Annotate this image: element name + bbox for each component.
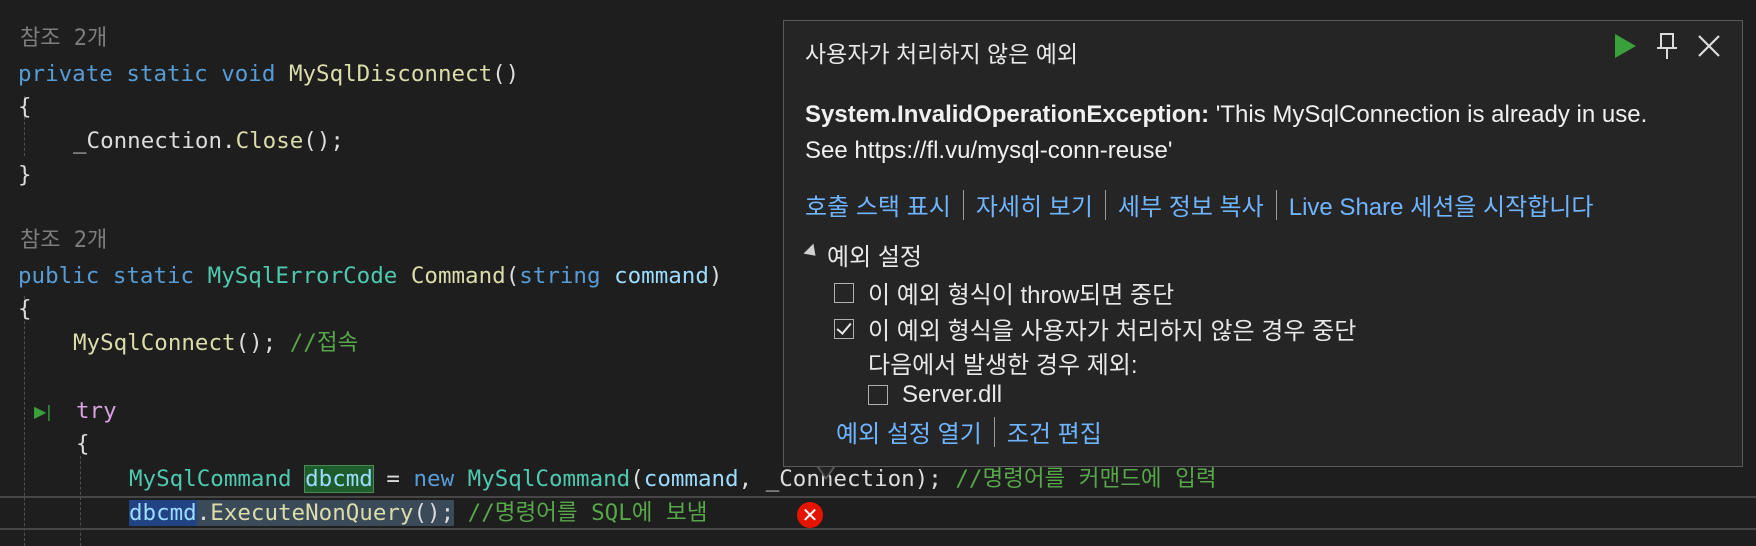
show-call-stack-link[interactable]: 호출 스택 표시: [805, 187, 951, 222]
edit-conditions-link[interactable]: 조건 편집: [1007, 414, 1102, 449]
exception-links: 호출 스택 표시 자세히 보기 세부 정보 복사 Live Share 세션을 …: [805, 187, 1593, 222]
method-name: MySqlDisconnect: [288, 61, 493, 87]
exception-message: System.InvalidOperationException: 'This …: [805, 97, 1685, 169]
punctuation: (): [492, 61, 520, 87]
code-line: {: [76, 427, 90, 461]
code-line: try: [76, 394, 117, 428]
keyword: void: [221, 61, 276, 87]
break-when-thrown-checkbox[interactable]: [834, 282, 854, 303]
type-name: MySqlCommand: [129, 466, 292, 492]
identifier: _Connection: [765, 466, 915, 492]
popup-title: 사용자가 처리하지 않은 예외: [805, 41, 1079, 67]
module-option[interactable]: Server.dll: [868, 381, 1002, 409]
option-label: 이 예외 형식이 throw되면 중단: [868, 282, 1175, 309]
link-separator: [1104, 189, 1106, 220]
run-to-cursor-icon[interactable]: ▶|: [34, 402, 52, 421]
punctuation: ();: [413, 500, 455, 526]
keyword: public: [18, 263, 100, 289]
code-line: }: [18, 158, 32, 192]
exception-helper-popup: 사용자가 처리하지 않은 예외 System.InvalidOperationE…: [783, 20, 1743, 467]
break-when-thrown-option[interactable]: 이 예외 형식이 throw되면 중단: [834, 275, 1174, 310]
comment: //명령어를 SQL에 보냄: [467, 500, 708, 526]
type-name: MySqlCommand: [467, 466, 631, 492]
code-line: {: [18, 90, 32, 124]
codelens-references[interactable]: 참조 2개: [20, 224, 107, 258]
code-line: public static MySqlErrorCode Command(str…: [18, 263, 723, 289]
code-line: _Connection.Close();: [73, 128, 344, 154]
play-icon: [1615, 34, 1636, 58]
code-line: {: [18, 292, 32, 326]
variable-definition-highlight: dbcmd: [304, 465, 374, 493]
continue-button[interactable]: [1608, 29, 1642, 63]
type-name: MySqlErrorCode: [207, 263, 398, 289]
link-separator: [962, 189, 964, 220]
server-dll-checkbox[interactable]: [868, 385, 888, 405]
exception-error-icon[interactable]: ✕: [797, 502, 823, 528]
parameter: command: [643, 466, 739, 492]
method-name: Close: [235, 128, 304, 154]
punctuation: }: [18, 162, 32, 188]
link-separator: [1275, 189, 1277, 220]
keyword: static: [126, 61, 208, 87]
code-line: MySqlConnect(); //접속: [73, 326, 358, 360]
method-name: Command: [410, 263, 506, 289]
punctuation: {: [18, 296, 32, 322]
break-when-unhandled-checkbox[interactable]: [834, 318, 854, 339]
punctuation: {: [76, 431, 90, 457]
comment: //명령어를 커맨드에 입력: [955, 466, 1217, 492]
parameter: command: [614, 263, 709, 289]
option-label: 이 예외 형식을 사용자가 처리하지 않은 경우 중단: [868, 318, 1357, 345]
code-line: private static void MySqlDisconnect(): [18, 57, 519, 91]
keyword: string: [519, 263, 601, 289]
punctuation: ();: [235, 330, 277, 356]
exception-settings-toggle[interactable]: 예외 설정: [803, 237, 922, 272]
close-button[interactable]: [1692, 29, 1726, 63]
collapse-triangle-icon: [803, 243, 821, 261]
exception-type: System.InvalidOperationException:: [805, 101, 1210, 128]
break-when-unhandled-option[interactable]: 이 예외 형식을 사용자가 처리하지 않은 경우 중단: [834, 311, 1356, 346]
keyword: static: [112, 263, 195, 289]
live-share-link[interactable]: Live Share 세션을 시작합니다: [1289, 187, 1594, 222]
exception-settings-header: 예외 설정: [827, 244, 922, 271]
keyword: private: [18, 61, 113, 87]
punctuation: ();: [303, 128, 344, 154]
view-details-link[interactable]: 자세히 보기: [976, 187, 1093, 222]
module-label: Server.dll: [902, 381, 1003, 408]
copy-details-link[interactable]: 세부 정보 복사: [1118, 187, 1264, 222]
settings-links: 예외 설정 열기 조건 편집: [836, 414, 1102, 449]
method-name: MySqlConnect: [73, 330, 236, 356]
open-exception-settings-link[interactable]: 예외 설정 열기: [836, 414, 982, 449]
punctuation: {: [18, 94, 32, 120]
pin-button[interactable]: [1650, 29, 1684, 63]
keyword: new: [413, 466, 455, 492]
variable-reference-highlight: dbcmd: [129, 500, 197, 526]
link-separator: [993, 416, 995, 447]
code-line: MySqlCommand dbcmd = new MySqlCommand(co…: [129, 465, 1217, 493]
keyword: try: [76, 398, 117, 424]
codelens-references[interactable]: 참조 2개: [20, 22, 107, 56]
except-when-from-label: 다음에서 발생한 경우 제외:: [868, 352, 1138, 379]
comment: //접속: [289, 330, 359, 356]
method-name: ExecuteNonQuery: [210, 500, 414, 526]
code-line-current: dbcmd.ExecuteNonQuery(); //명령어를 SQL에 보냄: [129, 500, 708, 526]
pin-icon: [1657, 33, 1677, 59]
close-icon: [1698, 35, 1720, 57]
identifier: _Connection: [73, 128, 223, 154]
